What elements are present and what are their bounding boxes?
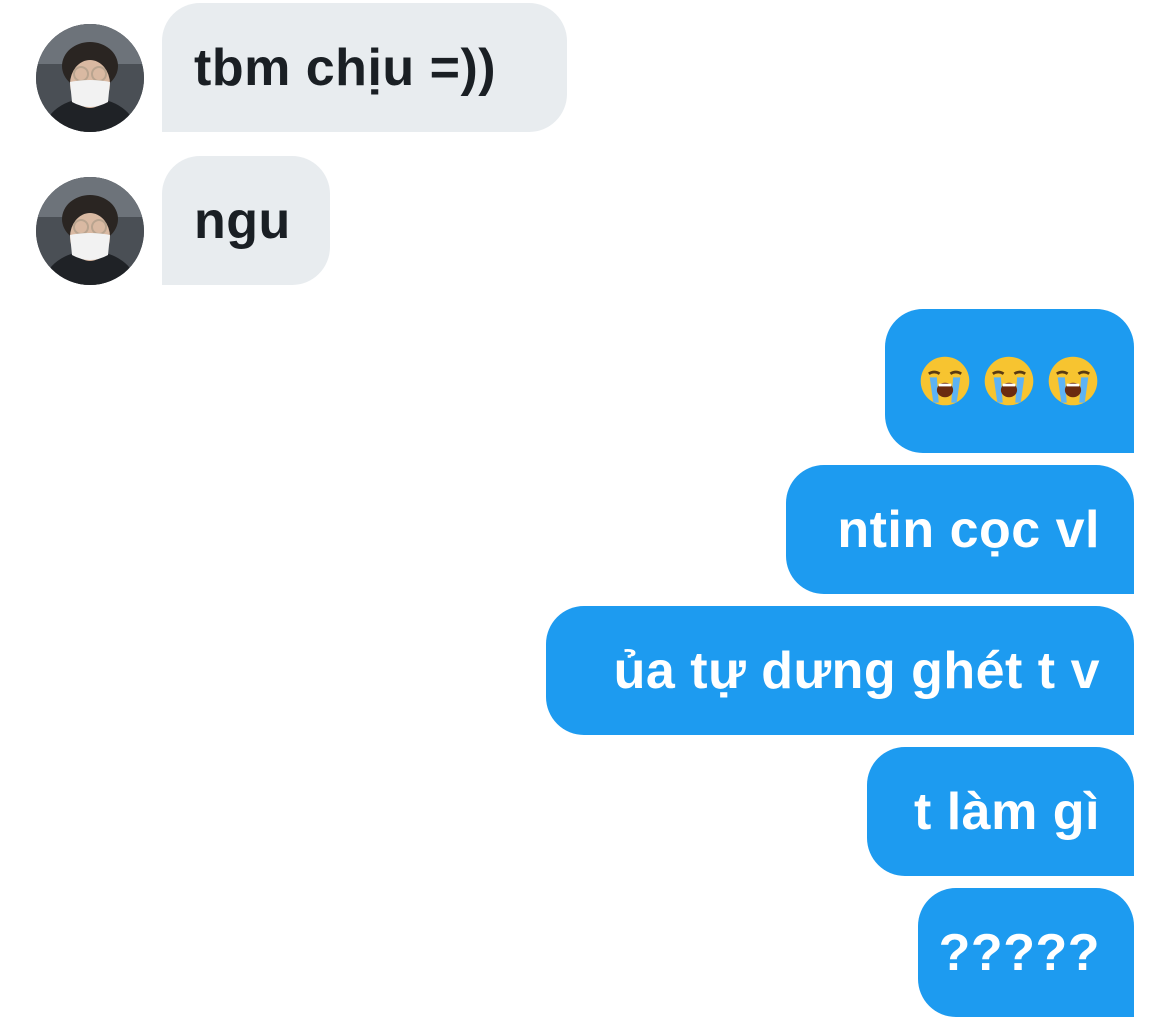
outgoing-message-bubble[interactable]: ủa tự dưng ghét t v bbox=[546, 606, 1134, 735]
loudly-crying-face-icon bbox=[1046, 354, 1100, 408]
message-text: ????? bbox=[938, 923, 1100, 982]
message-text: ntin cọc vl bbox=[837, 500, 1100, 559]
outgoing-message-bubble[interactable] bbox=[885, 309, 1134, 453]
incoming-message-bubble[interactable]: ngu bbox=[162, 156, 330, 285]
emoji-row bbox=[918, 354, 1100, 408]
message-text: ngu bbox=[194, 191, 291, 250]
loudly-crying-face-icon bbox=[982, 354, 1036, 408]
sender-avatar[interactable] bbox=[36, 177, 144, 285]
message-text: ủa tự dưng ghét t v bbox=[613, 641, 1100, 700]
sender-avatar[interactable] bbox=[36, 24, 144, 132]
incoming-message-bubble[interactable]: tbm chịu =)) bbox=[162, 3, 567, 132]
message-text: tbm chịu =)) bbox=[194, 38, 497, 97]
message-text: t làm gì bbox=[913, 782, 1100, 841]
loudly-crying-face-icon bbox=[918, 354, 972, 408]
message-thread: tbm chịu =)) ngu ntin cọc vl ủa tự dưng … bbox=[0, 0, 1170, 1026]
outgoing-message-bubble[interactable]: ????? bbox=[918, 888, 1134, 1017]
outgoing-message-bubble[interactable]: t làm gì bbox=[867, 747, 1134, 876]
outgoing-message-bubble[interactable]: ntin cọc vl bbox=[786, 465, 1134, 594]
